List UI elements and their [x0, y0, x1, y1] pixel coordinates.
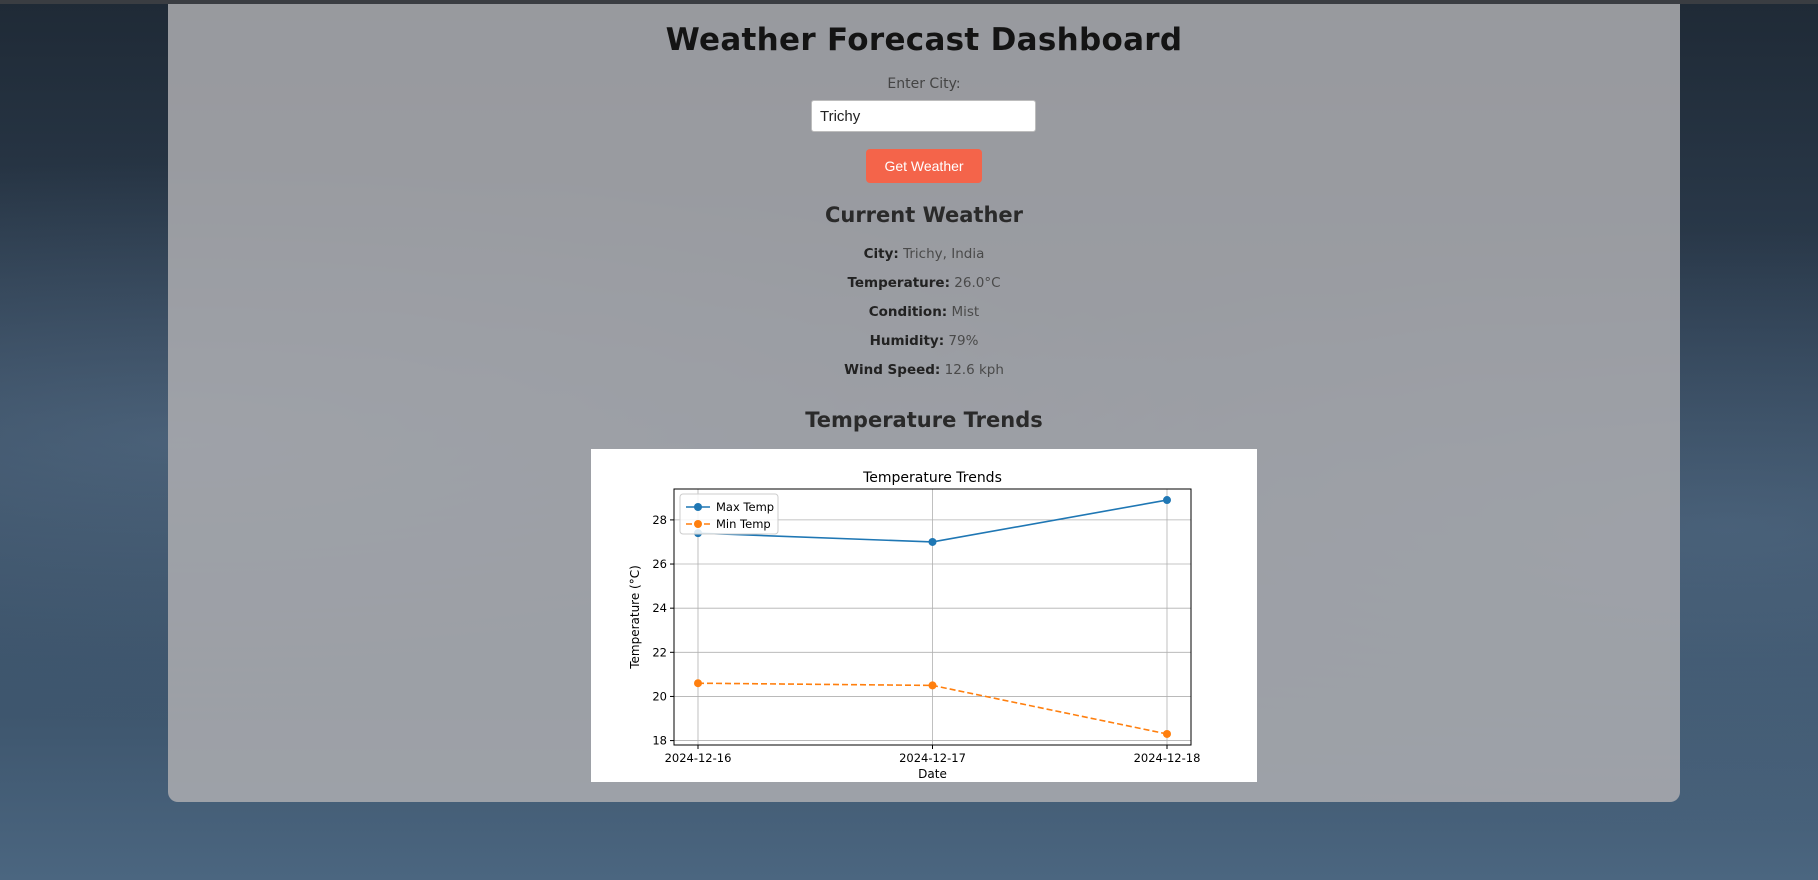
info-row-humidity: Humidity: 79%: [168, 333, 1680, 349]
legend-marker: [694, 520, 702, 528]
get-weather-button[interactable]: Get Weather: [866, 149, 982, 183]
x-tick-label: 2024-12-16: [665, 751, 732, 765]
info-value: 79%: [948, 333, 979, 349]
info-label: Condition:: [868, 304, 948, 320]
y-tick-label: 28: [652, 513, 667, 527]
info-label: Temperature:: [847, 275, 950, 291]
data-point: [694, 679, 702, 688]
legend-label: Min Temp: [716, 517, 771, 531]
temperature-trends-heading: Temperature Trends: [805, 408, 1043, 432]
city-label: Enter City:: [887, 76, 961, 92]
page-title: Weather Forecast Dashboard: [665, 22, 1183, 58]
y-tick-label: 22: [652, 645, 667, 659]
dashboard-panel: Weather Forecast Dashboard Enter City: G…: [168, 4, 1680, 802]
x-axis-label: Date: [918, 767, 947, 781]
y-tick-label: 26: [652, 557, 667, 571]
city-input[interactable]: [811, 100, 1036, 132]
info-value: Trichy, India: [903, 246, 985, 262]
info-value: 26.0°C: [954, 275, 1001, 291]
temperature-chart: 18 20 22 24 26 28 2024-12-16 2024-12-17 2024-12-…: [591, 449, 1257, 782]
y-tick-label: 18: [652, 734, 667, 748]
current-weather-heading: Current Weather: [824, 203, 1024, 227]
info-label: Humidity:: [869, 333, 945, 349]
info-row-wind-speed: Wind Speed: 12.6 kph: [168, 362, 1680, 378]
legend-marker: [694, 503, 702, 511]
y-tick-label: 20: [652, 689, 667, 703]
x-tick-label: 2024-12-17: [899, 751, 966, 765]
data-point: [928, 537, 937, 546]
temperature-chart-svg: 18 20 22 24 26 28 2024-12-16 2024-12-17 2024-12-…: [628, 470, 1201, 781]
x-tick-label: 2024-12-18: [1134, 751, 1201, 765]
data-point: [1163, 496, 1171, 505]
info-row-temperature: Temperature: 26.0°C: [168, 275, 1680, 291]
data-point: [928, 681, 937, 690]
info-value: 12.6 kph: [944, 362, 1004, 378]
y-tick-label: 24: [652, 601, 667, 615]
info-row-city: City: Trichy, India: [168, 246, 1680, 262]
info-label: Wind Speed:: [844, 362, 941, 378]
data-point: [1163, 729, 1171, 738]
info-value: Mist: [951, 304, 980, 320]
y-axis-label: Temperature (°C): [628, 565, 642, 670]
info-label: City:: [863, 246, 899, 262]
legend-label: Max Temp: [716, 500, 774, 514]
chart-title: Temperature Trends: [862, 470, 1002, 486]
info-row-condition: Condition: Mist: [168, 304, 1680, 320]
